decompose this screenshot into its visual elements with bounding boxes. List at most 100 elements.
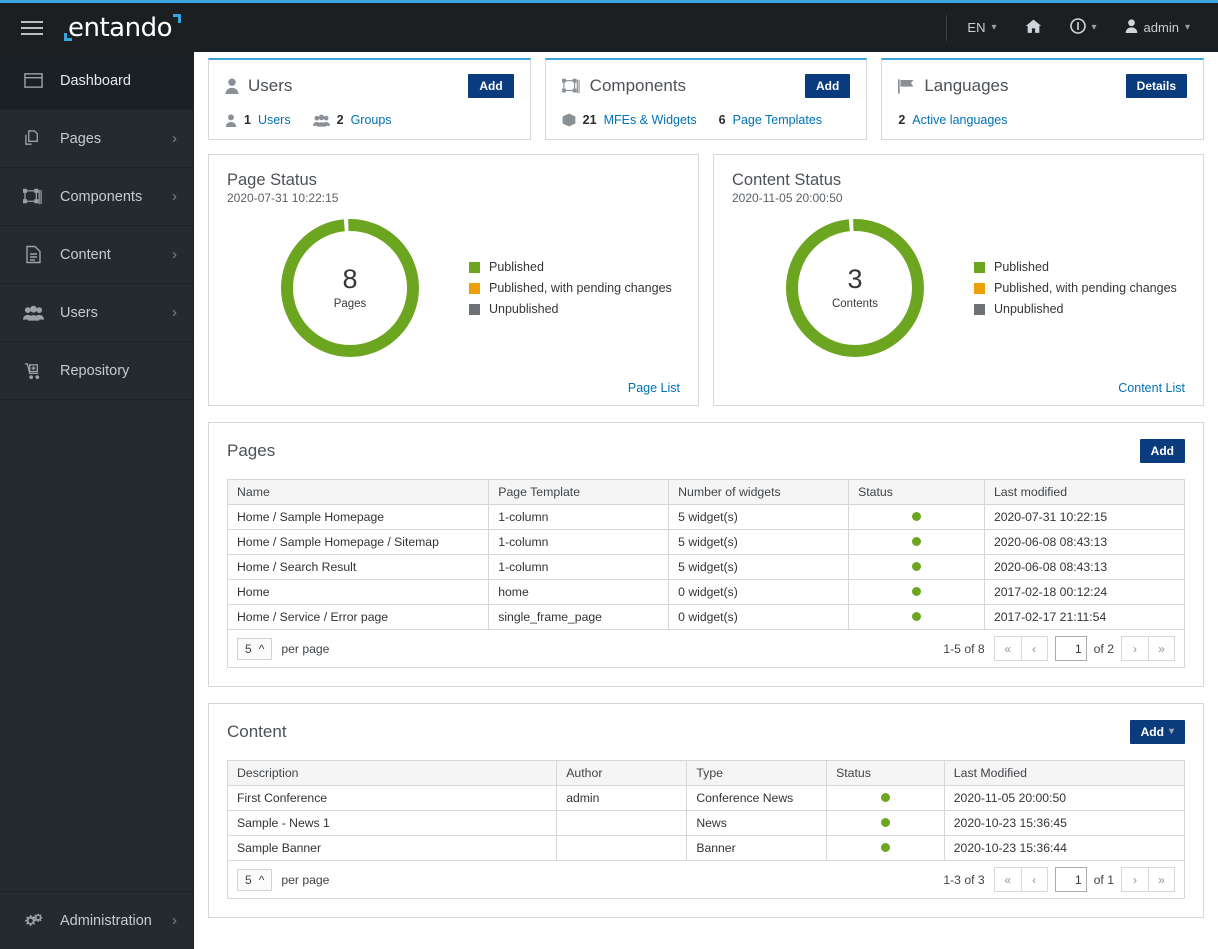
stat-card-metrics: 21 MFEs & Widgets 6 Page Templates bbox=[562, 113, 851, 127]
hamburger-icon[interactable] bbox=[0, 3, 64, 52]
sidebar-item-repository[interactable]: Repository bbox=[0, 342, 193, 400]
content-status-chart-area: 3 Contents Published Published, with pen… bbox=[732, 213, 1185, 363]
status-dot-published bbox=[880, 818, 890, 827]
status-dot-published bbox=[912, 537, 921, 546]
metric-mfes-widgets[interactable]: 21 MFEs & Widgets bbox=[562, 113, 697, 127]
sidebar-item-components[interactable]: Components › bbox=[0, 168, 193, 226]
content-page-number-input[interactable] bbox=[1054, 867, 1087, 892]
pages-last-page-button[interactable]: » bbox=[1148, 636, 1175, 661]
chevron-down-icon: ▾ bbox=[1168, 726, 1174, 737]
topbar-actions: EN ▾ ▾ admin ▾ bbox=[940, 3, 1218, 52]
metric-page-templates[interactable]: 6 Page Templates bbox=[719, 113, 822, 127]
table-row[interactable]: Home / Sample Homepage / Sitemap 1-colum… bbox=[226, 529, 1186, 555]
column-header-status: Status bbox=[826, 760, 945, 786]
legend-swatch-pending bbox=[974, 282, 985, 294]
metric-link[interactable]: Active languages bbox=[912, 113, 1007, 127]
legend-label: Published, with pending changes bbox=[994, 281, 1177, 295]
user-menu[interactable]: admin ▾ bbox=[1111, 3, 1204, 52]
sidebar-item-label: Dashboard bbox=[60, 72, 131, 89]
sidebar-item-pages[interactable]: Pages › bbox=[0, 110, 193, 168]
metric-link[interactable]: MFEs & Widgets bbox=[604, 113, 697, 127]
stat-card-header: Components Add bbox=[561, 74, 851, 98]
brand-logo[interactable]: entando bbox=[64, 13, 181, 43]
content-status-count-label: Contents bbox=[831, 298, 879, 310]
button-label: Details bbox=[1136, 79, 1177, 93]
content-list-link[interactable]: Content List bbox=[1118, 381, 1185, 395]
content-icon bbox=[22, 245, 44, 264]
metric-link[interactable]: Page Templates bbox=[733, 113, 822, 127]
content-panel-title: Content bbox=[227, 722, 287, 741]
table-row[interactable]: Home home 0 widget(s) 2017-02-18 00:12:2… bbox=[226, 579, 1186, 605]
sidebar-item-administration[interactable]: Administration › bbox=[0, 891, 193, 949]
cube-icon bbox=[562, 113, 576, 127]
table-row[interactable]: Sample - News 1 News 2020-10-23 15:36:45 bbox=[226, 810, 1186, 836]
metric-groups[interactable]: 2 Groups bbox=[312, 113, 392, 127]
pages-prev-page-button[interactable]: ‹ bbox=[1020, 636, 1048, 661]
sidebar-item-users[interactable]: Users › bbox=[0, 284, 193, 342]
column-header-last-modified: Last modified bbox=[983, 479, 1186, 505]
help-menu[interactable]: ▾ bbox=[1056, 3, 1111, 52]
pages-first-page-button[interactable]: « bbox=[993, 636, 1021, 661]
main-content: Users Add 1 Users 2 Groups Components Ad… bbox=[194, 52, 1218, 949]
metric-link[interactable]: Users bbox=[258, 113, 291, 127]
table-row[interactable]: Home / Search Result 1-column 5 widget(s… bbox=[226, 554, 1186, 580]
table-row[interactable]: Home / Sample Homepage 1-column 5 widget… bbox=[226, 504, 1186, 530]
pages-add-button[interactable]: Add bbox=[1139, 439, 1185, 463]
pages-panel-title: Pages bbox=[227, 441, 276, 460]
content-add-button[interactable]: Add ▾ bbox=[1129, 720, 1185, 744]
cell-last-modified: 2020-11-05 20:00:50 bbox=[943, 785, 1186, 811]
cell-type: Conference News bbox=[686, 785, 828, 811]
table-row[interactable]: Sample Banner Banner 2020-10-23 15:36:44 bbox=[226, 835, 1186, 861]
chevron-right-icon: › bbox=[172, 304, 177, 321]
home-icon bbox=[1025, 18, 1042, 38]
metric-users[interactable]: 1 Users bbox=[225, 113, 291, 127]
pages-per-page-select[interactable]: 5 ^ bbox=[237, 637, 273, 660]
user-avatar-icon bbox=[1125, 19, 1138, 36]
content-range-label: 1-3 of 3 bbox=[943, 872, 985, 887]
components-add-button[interactable]: Add bbox=[805, 74, 851, 98]
table-row[interactable]: First Conference admin Conference News 2… bbox=[226, 785, 1186, 811]
content-status-title: Content Status bbox=[732, 171, 842, 189]
content-next-page-button[interactable]: › bbox=[1121, 867, 1148, 892]
cell-name: Home bbox=[226, 579, 490, 605]
pages-pagination-controls: 1-5 of 8 « ‹ of 2 › » bbox=[943, 636, 1175, 661]
pages-next-page-button[interactable]: › bbox=[1121, 636, 1148, 661]
table-row[interactable]: Home / Service / Error page single_frame… bbox=[226, 604, 1186, 630]
column-header-number-of-widgets: Number of widgets bbox=[668, 479, 850, 505]
sidebar-item-label: Components bbox=[60, 188, 143, 205]
cell-page-template: 1-column bbox=[488, 554, 670, 580]
content-first-page-button[interactable]: « bbox=[993, 867, 1021, 892]
cell-status bbox=[848, 529, 985, 555]
metric-link[interactable]: Groups bbox=[351, 113, 392, 127]
content-next-group: › » bbox=[1121, 867, 1175, 892]
cell-status bbox=[826, 785, 945, 811]
cell-author bbox=[556, 810, 688, 836]
sidebar-item-content[interactable]: Content › bbox=[0, 226, 193, 284]
content-status-timestamp: 2020-11-05 20:00:50 bbox=[732, 191, 843, 205]
cell-type: Banner bbox=[686, 835, 828, 861]
legend-label: Unpublished bbox=[489, 302, 559, 316]
content-status-count: 3 bbox=[847, 264, 863, 294]
users-add-button[interactable]: Add bbox=[468, 74, 514, 98]
group-icon bbox=[312, 114, 330, 127]
content-pagination-controls: 1-3 of 3 « ‹ of 1 › » bbox=[943, 867, 1175, 892]
per-page-value: 5 bbox=[245, 872, 252, 887]
page-list-link[interactable]: Page List bbox=[628, 381, 680, 395]
content-prev-page-button[interactable]: ‹ bbox=[1020, 867, 1048, 892]
pages-page-number-input[interactable] bbox=[1054, 636, 1087, 661]
languages-details-button[interactable]: Details bbox=[1125, 74, 1188, 98]
language-selector[interactable]: EN ▾ bbox=[953, 3, 1010, 52]
metric-active-languages[interactable]: 2 Active languages bbox=[898, 113, 1007, 127]
button-label: Add bbox=[816, 79, 840, 93]
sidebar-item-dashboard[interactable]: Dashboard bbox=[0, 52, 193, 110]
home-button[interactable] bbox=[1011, 3, 1056, 52]
content-panel: Content Add ▾ Description Author Type St… bbox=[208, 703, 1204, 918]
pages-panel: Pages Add Name Page Template Number of w… bbox=[208, 422, 1204, 687]
sidebar-item-label: Content bbox=[60, 246, 111, 263]
content-per-page-select[interactable]: 5 ^ bbox=[237, 868, 273, 891]
content-last-page-button[interactable]: » bbox=[1148, 867, 1175, 892]
cell-status bbox=[826, 835, 945, 861]
cell-page-template: 1-column bbox=[488, 504, 670, 530]
chevron-up-icon: ^ bbox=[258, 872, 265, 887]
chevron-right-icon: › bbox=[172, 912, 177, 929]
